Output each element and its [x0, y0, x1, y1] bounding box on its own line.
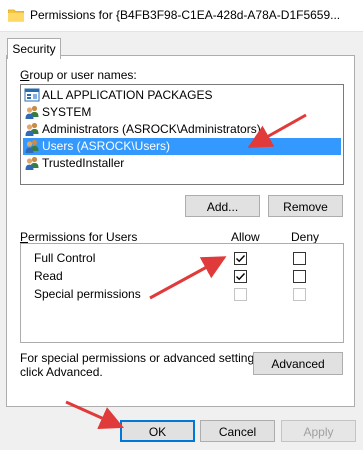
permission-name: Special permissions	[34, 287, 141, 301]
deny-checkbox[interactable]	[293, 252, 306, 265]
permissions-for-label: Permissions for Users	[20, 230, 138, 244]
window-title: Permissions for {B4FB3F98-C1EA-428d-A78A…	[30, 8, 341, 22]
users-group-icon	[24, 138, 40, 154]
permission-name: Full Control	[34, 251, 96, 265]
deny-header: Deny	[291, 230, 320, 244]
group-names-label: Group or user names:	[20, 68, 137, 82]
advanced-hint-line2: click Advanced.	[20, 365, 103, 379]
allow-checkbox[interactable]	[234, 270, 247, 283]
list-item[interactable]: SYSTEM	[23, 104, 341, 121]
list-item-label: Users (ASROCK\Users)	[42, 139, 171, 153]
remove-button[interactable]: Remove	[268, 195, 343, 217]
allow-checkbox[interactable]	[234, 252, 247, 265]
allow-checkbox-disabled	[234, 288, 247, 301]
list-item-label: Administrators (ASROCK\Administrators)	[42, 122, 261, 136]
users-group-icon	[24, 155, 40, 171]
users-group-icon	[24, 104, 40, 120]
cancel-button[interactable]: Cancel	[200, 420, 275, 442]
ok-button[interactable]: OK	[120, 420, 195, 442]
list-item-label: SYSTEM	[42, 105, 92, 119]
permission-name: Read	[34, 269, 63, 283]
list-item-label: TrustedInstaller	[42, 156, 125, 170]
tab-security[interactable]: Security	[7, 38, 61, 59]
allow-header: Allow	[231, 230, 260, 244]
apply-button[interactable]: Apply	[281, 420, 356, 442]
deny-checkbox[interactable]	[293, 270, 306, 283]
list-item-selected[interactable]: Users (ASROCK\Users)	[23, 138, 341, 155]
checkmark-icon	[236, 273, 246, 281]
deny-checkbox-disabled	[293, 288, 306, 301]
table-row: Special permissions	[21, 285, 343, 304]
table-row: Full Control	[21, 249, 343, 268]
list-item[interactable]: TrustedInstaller	[23, 155, 341, 172]
add-button[interactable]: Add...	[185, 195, 260, 217]
list-item-label: ALL APPLICATION PACKAGES	[42, 88, 213, 102]
users-group-icon	[24, 121, 40, 137]
permissions-table: Full Control Read Special permissions	[20, 243, 344, 343]
advanced-hint-line1: For special permissions or advanced sett…	[20, 351, 264, 365]
title-bar: Permissions for {B4FB3F98-C1EA-428d-A78A…	[0, 0, 363, 32]
folder-icon	[7, 8, 25, 22]
table-row: Read	[21, 267, 343, 286]
app-packages-icon	[24, 87, 40, 103]
group-user-list[interactable]: ALL APPLICATION PACKAGES SYSTEM Administ…	[20, 84, 344, 185]
advanced-button[interactable]: Advanced	[253, 352, 343, 375]
checkmark-icon	[236, 255, 246, 263]
list-item[interactable]: ALL APPLICATION PACKAGES	[23, 87, 341, 104]
list-item[interactable]: Administrators (ASROCK\Administrators)	[23, 121, 341, 138]
